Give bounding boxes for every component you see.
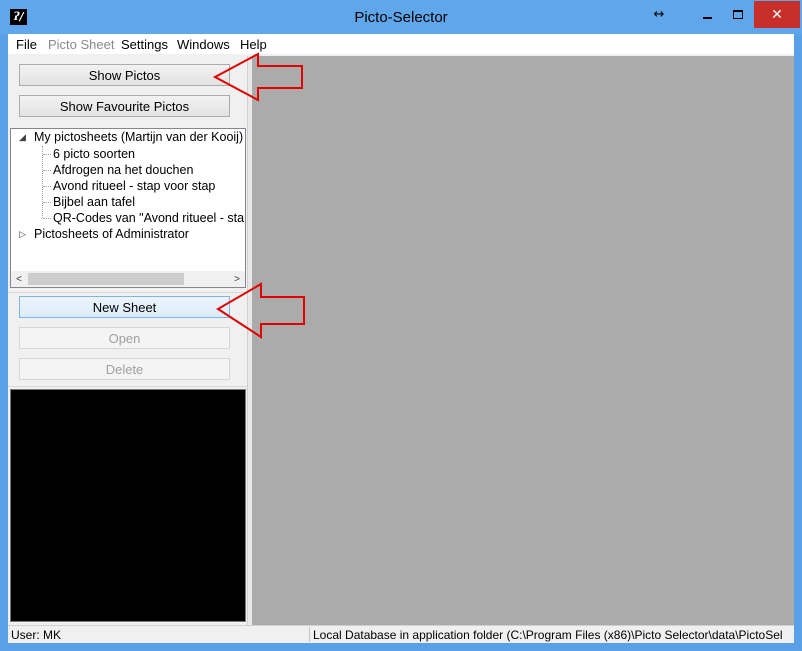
tree-node-label: 6 picto soorten bbox=[53, 147, 135, 161]
annotation-arrow-icon bbox=[212, 52, 303, 102]
scroll-left-icon[interactable]: < bbox=[11, 271, 27, 287]
tree-node-my-pictosheets[interactable]: ◢ My pictosheets (Martijn van der Kooij) bbox=[11, 129, 245, 145]
menu-bar: File Picto Sheet Settings Windows Help bbox=[8, 34, 794, 54]
tree-node-sheet[interactable]: Bijbel aan tafel bbox=[11, 194, 245, 210]
menu-picto-sheet[interactable]: Picto Sheet bbox=[48, 37, 115, 52]
close-button[interactable]: ✕ bbox=[754, 1, 800, 28]
scrollbar-thumb[interactable] bbox=[28, 273, 184, 285]
window-title: Picto-Selector bbox=[354, 9, 448, 26]
left-panel: Show Pictos Show Favourite Pictos ◢ My p… bbox=[8, 56, 252, 625]
tree-node-sheet[interactable]: Avond ritueel - stap voor stap bbox=[11, 178, 245, 194]
tree-node-sheet[interactable]: QR-Codes van "Avond ritueel - stap voor … bbox=[11, 210, 245, 226]
menu-windows[interactable]: Windows bbox=[177, 37, 230, 52]
tree-horizontal-scrollbar[interactable]: < > bbox=[11, 271, 245, 287]
tree-node-label: QR-Codes van "Avond ritueel - stap voor … bbox=[53, 211, 245, 225]
tree-node-label: Avond ritueel - stap voor stap bbox=[53, 179, 216, 193]
show-pictos-button[interactable]: Show Pictos bbox=[19, 64, 230, 86]
status-separator bbox=[309, 627, 310, 642]
resize-arrows-icon[interactable]: ↔ bbox=[644, 1, 674, 28]
status-user: User: MK bbox=[11, 628, 62, 642]
annotation-arrow-icon bbox=[216, 282, 305, 339]
pictosheet-tree[interactable]: ◢ My pictosheets (Martijn van der Kooij)… bbox=[10, 128, 246, 288]
tree-node-label: Pictosheets of Administrator bbox=[34, 227, 189, 241]
delete-button[interactable]: Delete bbox=[19, 358, 230, 380]
new-sheet-button[interactable]: New Sheet bbox=[19, 296, 230, 318]
show-favourite-pictos-button[interactable]: Show Favourite Pictos bbox=[19, 95, 230, 117]
status-database-location: Local Database in application folder (C:… bbox=[313, 628, 783, 642]
mdi-workspace bbox=[252, 56, 794, 625]
expanded-arrow-icon[interactable]: ◢ bbox=[19, 129, 26, 145]
title-bar[interactable]: ʔ/ Picto-Selector ↔ ✕ bbox=[0, 0, 802, 34]
menu-file[interactable]: File bbox=[16, 37, 37, 52]
panel-divider bbox=[8, 386, 252, 387]
tree-node-administrator[interactable]: ▷ Pictosheets of Administrator bbox=[11, 226, 245, 242]
window-client-area: File Picto Sheet Settings Windows Help S… bbox=[8, 34, 794, 643]
collapsed-arrow-icon[interactable]: ▷ bbox=[19, 226, 26, 242]
tree-node-sheet[interactable]: 6 picto soorten bbox=[11, 146, 245, 162]
tree-node-label: Bijbel aan tafel bbox=[53, 195, 136, 209]
menu-help[interactable]: Help bbox=[240, 37, 267, 52]
maximize-button[interactable] bbox=[723, 1, 753, 28]
menu-settings[interactable]: Settings bbox=[121, 37, 168, 52]
tree-node-label: My pictosheets (Martijn van der Kooij) bbox=[34, 130, 244, 144]
minimize-button[interactable] bbox=[692, 1, 722, 28]
open-button[interactable]: Open bbox=[19, 327, 230, 349]
status-bar: User: MK Local Database in application f… bbox=[8, 625, 794, 643]
picto-preview-area bbox=[10, 389, 246, 622]
tree-node-label: Afdrogen na het douchen bbox=[53, 163, 194, 177]
tree-node-sheet[interactable]: Afdrogen na het douchen bbox=[11, 162, 245, 178]
